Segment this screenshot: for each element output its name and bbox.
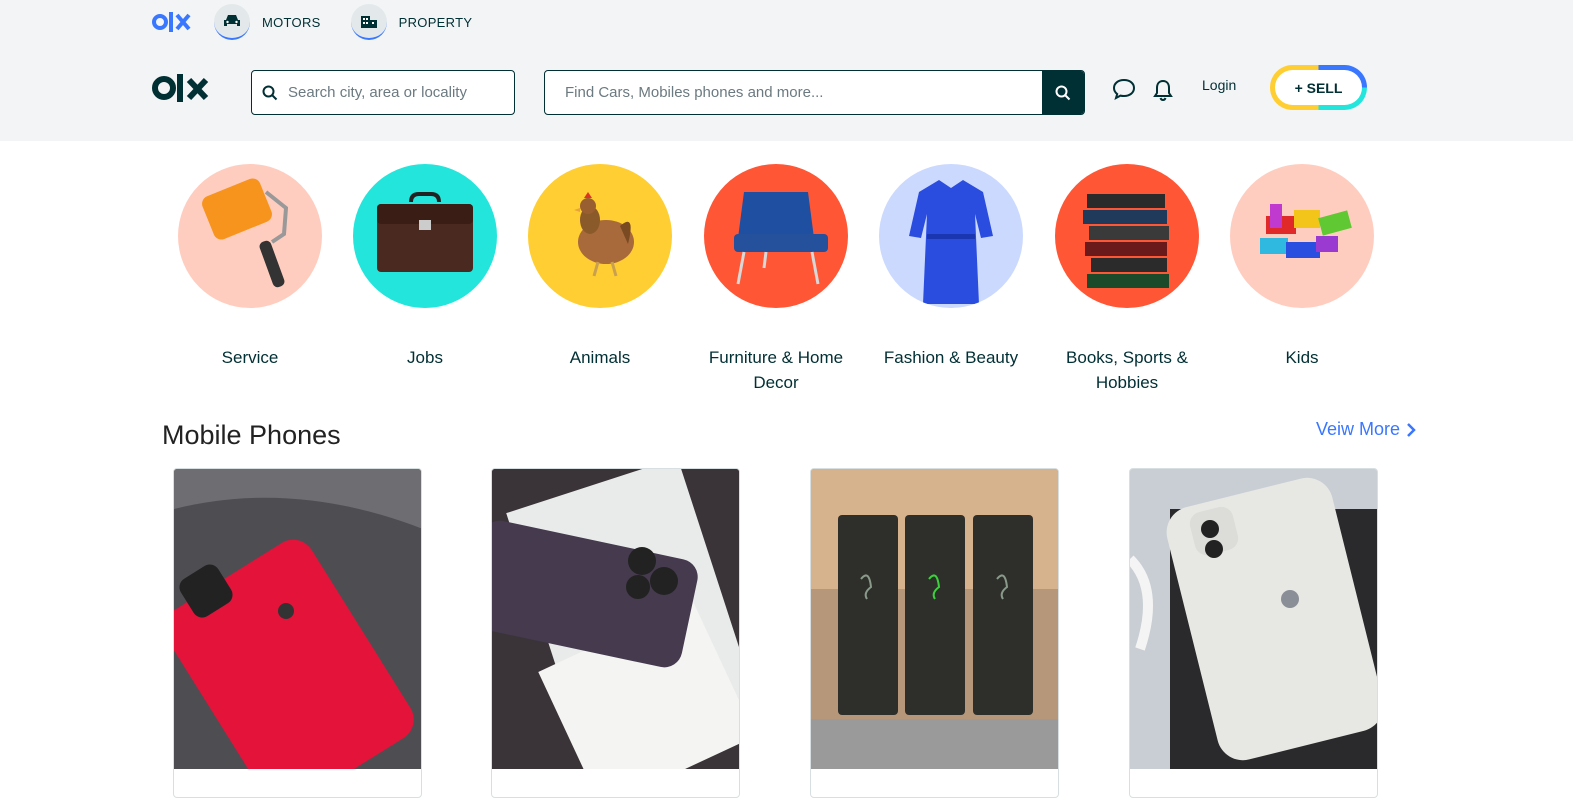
- category-service[interactable]: Service: [162, 164, 338, 370]
- listing-card[interactable]: [491, 468, 740, 798]
- category-jobs[interactable]: Jobs: [337, 164, 513, 370]
- chevron-right-icon: [1406, 422, 1416, 438]
- property-label: PROPERTY: [398, 14, 473, 30]
- category-label: Furniture & Home Decor: [708, 348, 844, 392]
- motors-label: MOTORS: [262, 14, 321, 30]
- property-link[interactable]: PROPERTY: [350, 4, 473, 40]
- notification-bell-icon[interactable]: [1152, 78, 1174, 107]
- category-fashion[interactable]: Fashion & Beauty: [863, 164, 1039, 370]
- main-bar: Login + SELL: [152, 64, 1372, 118]
- category-kids[interactable]: Kids: [1214, 164, 1390, 370]
- search-icon: [1055, 85, 1071, 100]
- motors-link[interactable]: MOTORS: [214, 4, 321, 40]
- sell-button[interactable]: + SELL: [1270, 65, 1367, 110]
- location-input[interactable]: [288, 84, 488, 101]
- search-icon: [262, 85, 278, 101]
- chat-icon[interactable]: [1112, 78, 1136, 105]
- white-iphone-photo: [1130, 469, 1377, 769]
- red-iphone-photo: [174, 469, 421, 769]
- car-icon: [214, 4, 250, 40]
- view-more-label: Veiw More: [1316, 419, 1401, 439]
- category-label: Kids: [1285, 348, 1319, 367]
- search-input[interactable]: [565, 84, 1035, 101]
- olx-logo[interactable]: [152, 72, 210, 109]
- category-label: Jobs: [407, 348, 443, 367]
- building-icon: [350, 4, 387, 40]
- category-label: Animals: [569, 348, 631, 367]
- category-label: Books, Sports & Hobbies: [1066, 348, 1188, 392]
- briefcase-icon: [353, 164, 497, 308]
- site-header: MOTORS PROPERTY Search city, area or loc…: [0, 0, 1573, 141]
- listing-card[interactable]: [1129, 468, 1378, 798]
- search-button[interactable]: [1042, 71, 1084, 114]
- paint-roller-icon: [178, 164, 322, 308]
- category-books-sports[interactable]: Books, Sports & Hobbies: [1039, 164, 1215, 395]
- category-label: Fashion & Beauty: [883, 348, 1019, 367]
- section-title: Mobile Phones: [162, 420, 341, 450]
- listing-card[interactable]: [810, 468, 1059, 798]
- category-animals[interactable]: Animals: [512, 164, 688, 370]
- login-link[interactable]: Login: [1202, 77, 1236, 93]
- category-furniture[interactable]: Furniture & Home Decor: [688, 164, 864, 395]
- hen-icon: [528, 164, 672, 308]
- toy-bricks-icon: [1230, 164, 1374, 308]
- sell-label: + SELL: [1275, 70, 1362, 105]
- books-icon: [1055, 164, 1199, 308]
- main-search-box: [544, 70, 1085, 115]
- razer-phones-photo: [811, 469, 1058, 769]
- dress-icon: [879, 164, 1023, 308]
- armchair-icon: [704, 164, 848, 308]
- top-nav: MOTORS PROPERTY: [152, 4, 502, 40]
- olx-small-logo[interactable]: [152, 11, 192, 33]
- view-more-link[interactable]: Veiw More: [1316, 419, 1416, 440]
- location-search-box: [251, 70, 515, 115]
- listing-card[interactable]: [173, 468, 422, 798]
- purple-iphone-photo: [492, 469, 739, 769]
- category-label: Service: [221, 348, 279, 367]
